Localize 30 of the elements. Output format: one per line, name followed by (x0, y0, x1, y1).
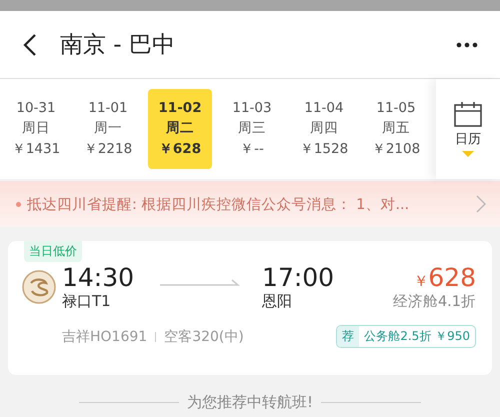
cabin-discount: 经济舱4.1折 (392, 292, 476, 311)
section-heading: 为您推荐中转航班! (186, 393, 313, 412)
price: 628 (428, 263, 476, 292)
low-price-tag: 当日低价 (24, 241, 82, 262)
flight-card[interactable]: 当日低价 14:30 禄口T1 17:00 恩阳 ￥628 经济舱4.1折 吉祥HO1691 空客320(中) 荐 公务舱2.5折 ￥950 (8, 241, 492, 375)
back-icon[interactable] (22, 32, 38, 56)
date-tab[interactable]: 10-31 周日 ￥1431 (4, 89, 68, 169)
page-title: 南京 - 巴中 (60, 31, 176, 60)
date-tab[interactable]: 11-01 周一 ￥2218 (76, 89, 140, 169)
arrival-time: 17:00 (262, 263, 334, 292)
departure-time: 14:30 (62, 263, 134, 292)
more-icon[interactable] (456, 42, 478, 48)
recommend-text: 公务舱2.5折 ￥950 (363, 328, 471, 345)
recommend-label: 荐 (337, 326, 360, 347)
aircraft-type: 空客320(中) (164, 328, 244, 346)
currency-symbol: ￥ (413, 272, 428, 290)
calendar-icon (453, 101, 483, 127)
notice-text: 抵达四川省提醒: 根据四川疾控微信公众号消息： 1、对... (27, 196, 410, 214)
airline-logo-icon (22, 270, 56, 304)
date-tab[interactable]: 11-04 周四 ￥1528 (292, 89, 356, 169)
date-tab[interactable]: 11-02 周二 ￥628 (148, 89, 212, 169)
date-tab[interactable]: 11-05 周五 ￥2108 (364, 89, 428, 169)
calendar-button[interactable]: 日历 (436, 79, 500, 179)
bullet-icon (16, 202, 21, 206)
date-tab[interactable]: 11-03 周三 ￥-- (220, 89, 284, 169)
chevron-right-icon (476, 195, 486, 213)
flight-number: 吉祥HO1691 (62, 328, 148, 346)
arrival-airport: 恩阳 (262, 292, 294, 311)
dropdown-caret-icon (462, 151, 474, 157)
departure-airport: 禄口T1 (62, 292, 112, 311)
